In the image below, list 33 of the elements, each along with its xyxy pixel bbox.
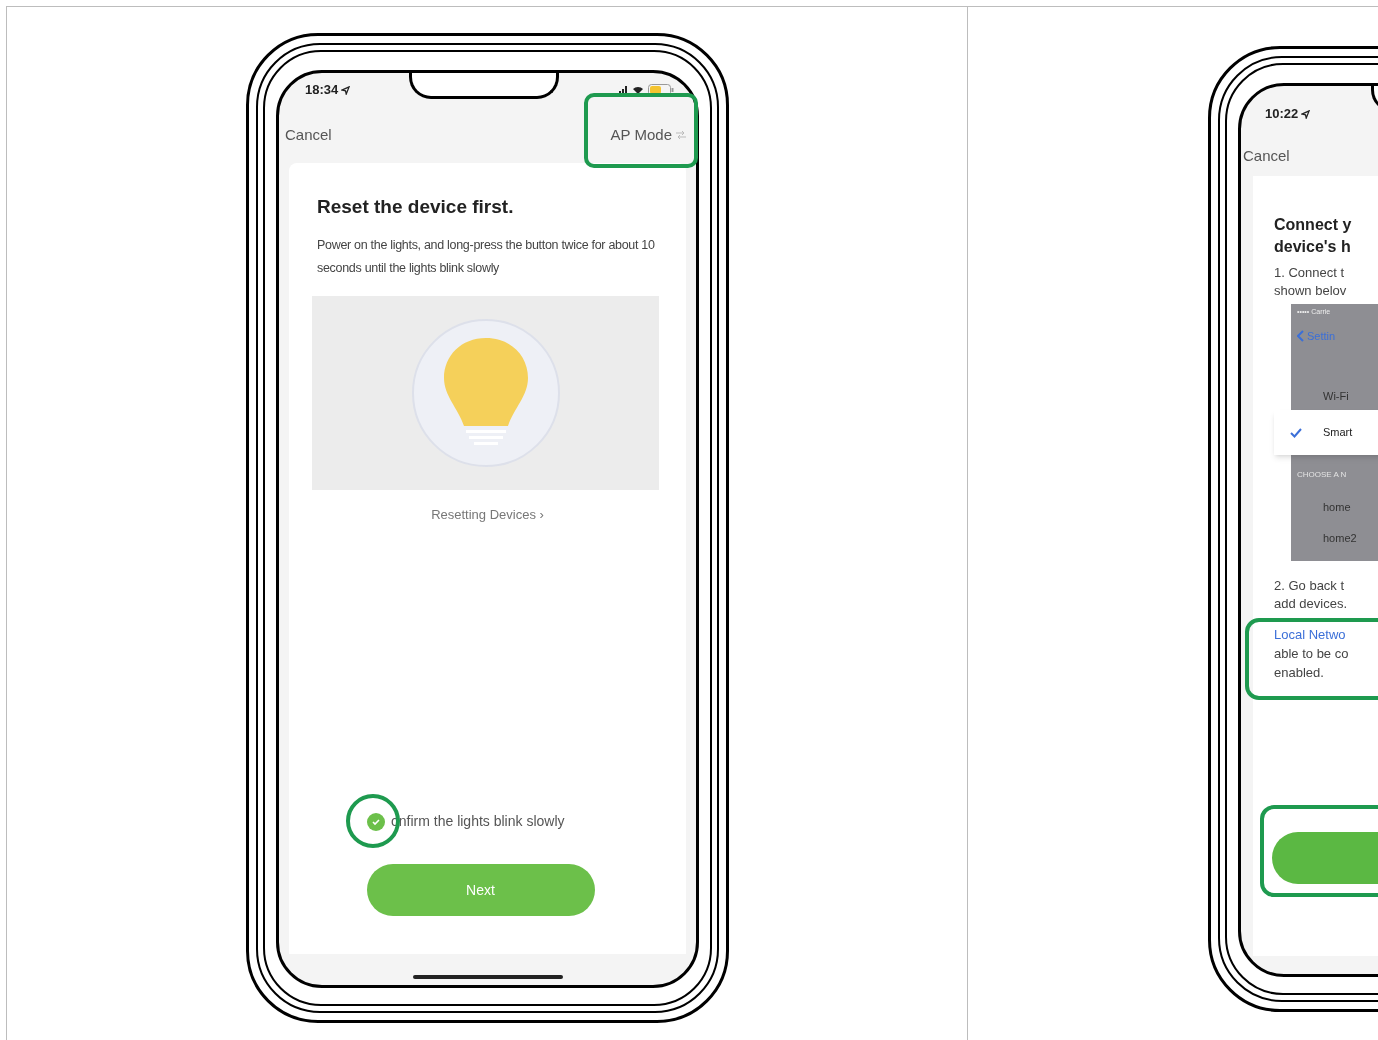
light-bulb-icon (410, 317, 561, 468)
instruction-line: shown belov (1274, 282, 1348, 300)
location-arrow-icon (341, 85, 351, 95)
note-line: enabled. (1274, 664, 1325, 682)
instruction-line: 1. Connect t (1274, 264, 1346, 282)
location-arrow-icon (1301, 109, 1311, 119)
wifi-icon (632, 85, 644, 95)
instruction-line: 2. Go back t (1274, 577, 1346, 595)
resetting-devices-link[interactable]: Resetting Devices › (431, 504, 544, 524)
page-title: Reset the device first. (317, 195, 515, 219)
network-row[interactable]: Smart (1274, 410, 1378, 455)
local-network-link[interactable]: Local Netwo (1274, 625, 1378, 644)
heading-line: device's h (1274, 237, 1352, 257)
network-name: home2 (1322, 530, 1358, 546)
battery-icon (648, 84, 674, 96)
network-name: home (1322, 500, 1352, 515)
status-time: 18:34 (305, 81, 339, 100)
ap-mode-button[interactable]: AP Mode (610, 123, 686, 147)
heading-line: Connect y (1274, 215, 1353, 235)
check-icon (371, 816, 381, 827)
section-header: CHOOSE A N (1297, 469, 1348, 481)
checkbox[interactable] (367, 812, 385, 831)
swap-icon (676, 131, 686, 139)
instruction-line: add devices. (1274, 595, 1348, 613)
signal-icon (619, 85, 629, 95)
cancel-button[interactable]: Cancel (1243, 144, 1290, 168)
network-row[interactable]: Wi-Fi (1297, 382, 1378, 410)
note-line: able to be co (1274, 645, 1350, 663)
instruction-text: Power on the lights, and long-press the button twice for about 10 seconds until the lights blink slowly (317, 236, 656, 277)
status-time: 10:22 (1265, 105, 1299, 124)
cancel-button[interactable]: Cancel (285, 123, 332, 147)
check-icon (1290, 427, 1302, 438)
chevron-left-icon (1297, 329, 1304, 342)
